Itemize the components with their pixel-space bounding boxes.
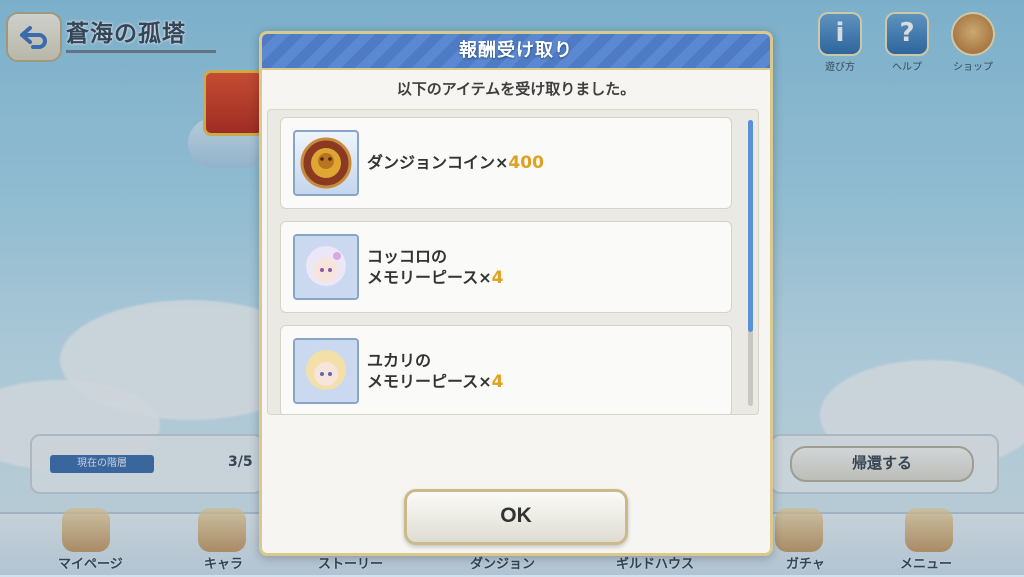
reward-quantity: 4 <box>491 372 504 392</box>
kokkoro-portrait <box>293 234 359 300</box>
ok-button[interactable]: OK <box>404 489 628 545</box>
reward-label: メモリーピース× <box>367 372 492 391</box>
reward-label: メモリーピース× <box>367 268 492 287</box>
yukari-portrait <box>293 338 359 404</box>
reward-item: ユカリの メモリーピース×4 <box>280 325 732 414</box>
reward-quantity: 400 <box>508 153 544 173</box>
reward-item: ダンジョンコイン×400 <box>280 117 732 209</box>
reward-name: ユカリの メモリーピース×4 <box>367 350 503 393</box>
reward-dialog: 報酬受け取り 以下のアイテムを受け取りました。 ダンジョンコイン×400 コッコ… <box>259 31 773 556</box>
reward-label: ダンジョンコイン× <box>367 153 509 172</box>
reward-quantity: 4 <box>491 268 504 288</box>
reward-label: コッコロの <box>367 247 448 266</box>
reward-name: コッコロの メモリーピース×4 <box>367 246 503 289</box>
reward-name: ダンジョンコイン×400 <box>367 152 544 174</box>
reward-list[interactable]: ダンジョンコイン×400 コッコロの メモリーピース×4 ユカリの メモリーピー… <box>267 109 759 415</box>
dungeon-coin-icon <box>293 130 359 196</box>
reward-label: ユカリの <box>367 351 432 370</box>
dialog-title: 報酬受け取り <box>459 40 573 61</box>
scrollbar-thumb[interactable] <box>748 120 753 332</box>
dialog-subtitle: 以下のアイテムを受け取りました。 <box>396 80 636 98</box>
reward-item: コッコロの メモリーピース×4 <box>280 221 732 313</box>
